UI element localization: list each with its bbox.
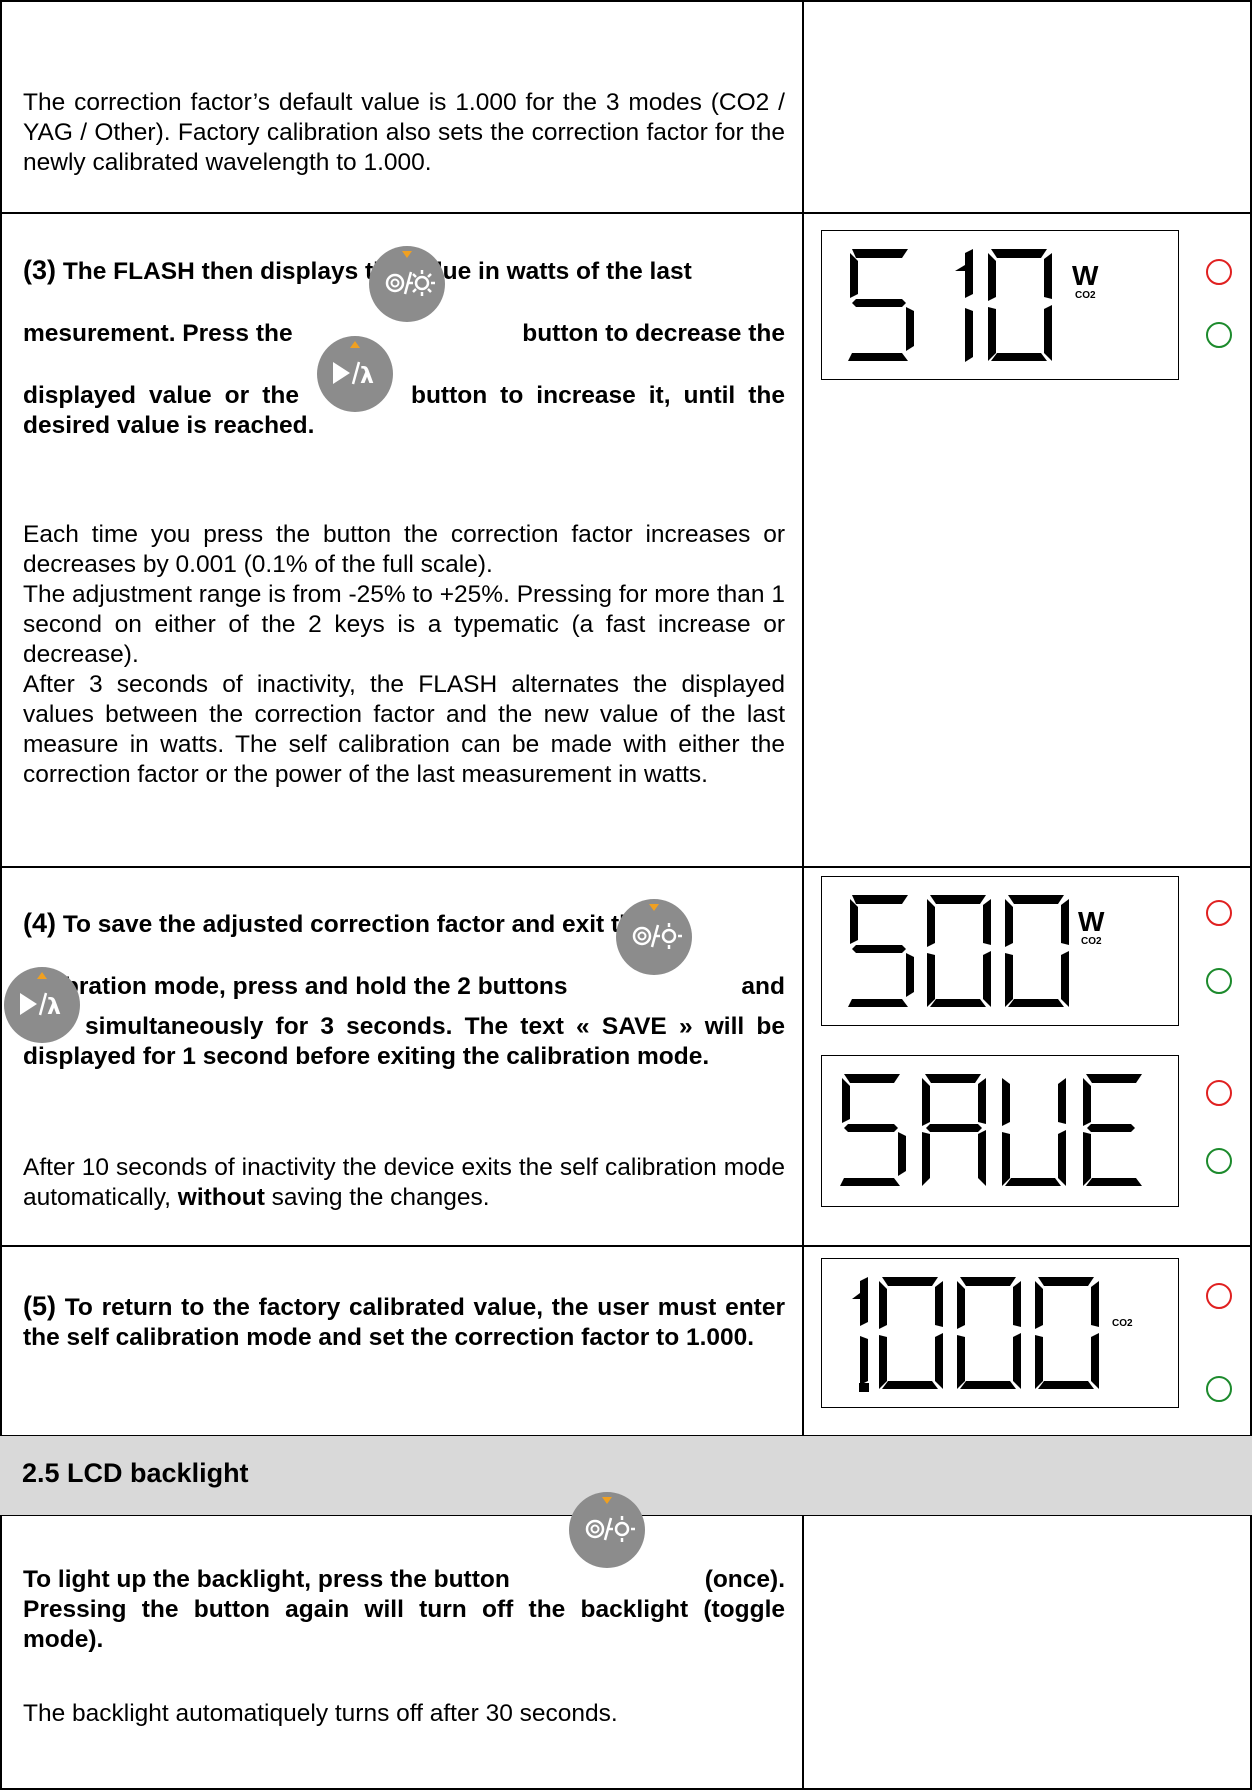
step3-line2b: button to decrease the: [522, 320, 785, 347]
backlight-line1a: To light up the backlight, press the but…: [23, 1566, 510, 1593]
intro-paragraph: The correction factor’s default value is…: [23, 89, 785, 176]
lcd-display: W CO2: [821, 230, 1179, 380]
svg-text:λ: λ: [360, 364, 374, 389]
led-red-indicator: [1206, 259, 1232, 285]
step3-line3a: displayed value or the: [23, 382, 299, 409]
lcd-unit: W: [1072, 260, 1099, 291]
step3-paragraph: The adjustment range is from -25% to +25…: [23, 581, 785, 668]
row-divider: [0, 866, 1252, 868]
led-red-indicator: [1206, 1080, 1232, 1106]
step4-line3: simultaneously for 3 seconds. The text «…: [23, 1013, 785, 1070]
led-green-indicator: [1206, 1148, 1232, 1174]
led-green-indicator: [1206, 1376, 1232, 1402]
step3-line2a: mesurement. Press the: [23, 320, 293, 347]
column-divider-upper: [802, 0, 804, 1436]
step4-line1: To save the adjusted correction factor a…: [62, 911, 648, 938]
step-number: (5): [23, 1291, 56, 1321]
backlight-instructions: To light up the backlight, press the but…: [23, 1492, 785, 1655]
section-title: 2.5 LCD backlight: [22, 1458, 249, 1488]
backlight-line2: Pressing the button again will turn off …: [23, 1596, 785, 1653]
step5-instructions: (5) To return to the factory calibrated …: [23, 1291, 785, 1353]
step3-paragraph: Each time you press the button the corre…: [23, 521, 785, 578]
led-red-indicator: [1206, 900, 1232, 926]
step3-paragraph: After 3 seconds of inactivity, the FLASH…: [23, 671, 785, 788]
lcd-unit: W: [1078, 906, 1105, 937]
step4-line2a: calibration mode, press and hold the 2 b…: [23, 973, 568, 1000]
step4-note: After 10 seconds of inactivity the devic…: [23, 1153, 785, 1213]
lcd-digits: [840, 1074, 1142, 1186]
step-number: (4): [23, 908, 56, 938]
row-divider: [0, 212, 1252, 214]
backlight-line1b: (once).: [704, 1566, 785, 1593]
column-divider-lower: [802, 1515, 804, 1790]
lcd-digits: W CO2: [848, 895, 1105, 1007]
row-divider: [0, 1245, 1252, 1247]
led-green-indicator: [1206, 968, 1232, 994]
step4-note-text: saving the changes.: [264, 1184, 490, 1211]
table-border-left: [0, 0, 2, 1790]
lcd-mode: CO2: [1081, 936, 1102, 947]
step-number: (3): [23, 255, 56, 285]
lcd-display: CO2: [821, 1258, 1179, 1408]
lcd-digits: W CO2: [848, 249, 1099, 362]
lcd-display: W CO2: [821, 876, 1179, 1026]
lcd-mode: CO2: [1112, 1318, 1133, 1329]
step3-paragraphs: Each time you press the button the corre…: [23, 520, 785, 790]
led-green-indicator: [1206, 322, 1232, 348]
step4-instructions: (4) To save the adjusted correction fact…: [4, 899, 785, 1072]
step4-line2b: and: [741, 973, 785, 1000]
lcd-digits: CO2: [852, 1277, 1133, 1392]
backlight-note: The backlight automatiquely turns off af…: [23, 1700, 618, 1727]
step4-note-emphasis: without: [177, 1184, 265, 1211]
table-border-top: [0, 0, 1252, 2]
step3-instructions: (3) The FLASH then displays the value in…: [23, 246, 785, 441]
svg-text:λ: λ: [47, 995, 61, 1020]
lcd-mode: CO2: [1075, 290, 1096, 301]
step5-text: To return to the factory calibrated valu…: [23, 1294, 785, 1351]
lcd-display-save: [821, 1055, 1179, 1207]
led-red-indicator: [1206, 1283, 1232, 1309]
